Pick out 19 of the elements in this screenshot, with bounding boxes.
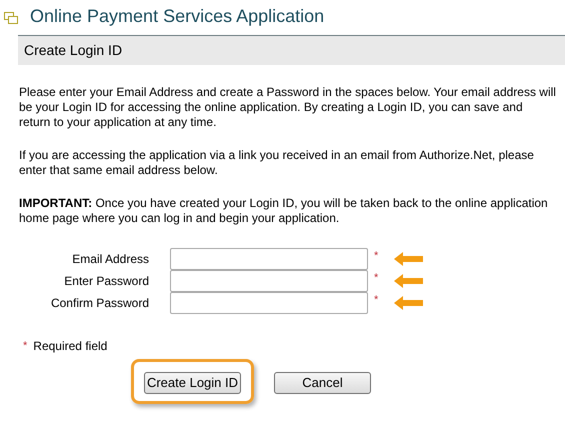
required-mark: * — [374, 271, 380, 286]
input-field[interactable] — [170, 270, 368, 292]
input-field[interactable] — [170, 248, 368, 270]
button[interactable]: Create Login ID — [144, 372, 241, 394]
required-note: Required field — [33, 338, 108, 355]
required-mark: * — [374, 249, 380, 264]
paragraph: IMPORTANT: Once you have created your Login ID, you will be taken back to the online application home page where you can log in and begin your application. — [19, 196, 549, 226]
page-title: Online Payment Services Application — [30, 5, 324, 28]
required-mark: * — [374, 293, 380, 308]
field-label: Email Address — [71, 251, 149, 268]
field-label: Enter Password — [63, 273, 149, 290]
windows-icon — [4, 12, 18, 24]
paragraph: Please enter your Email Address and create a Password in the spaces below. Your email address will be your Login ID for accessing the online application. By creating a Login ID, you can save and return to your application at any time. — [19, 85, 557, 130]
paragraph: If you are accessing the application via a link you received in an email from Authorize.Net, please enter that same email address below. — [19, 148, 535, 178]
field-label: Confirm Password — [50, 295, 149, 312]
input-field[interactable] — [170, 292, 368, 314]
section-title: Create Login ID — [24, 41, 122, 60]
button[interactable]: Cancel — [274, 372, 371, 394]
required-mark: * — [23, 338, 28, 354]
